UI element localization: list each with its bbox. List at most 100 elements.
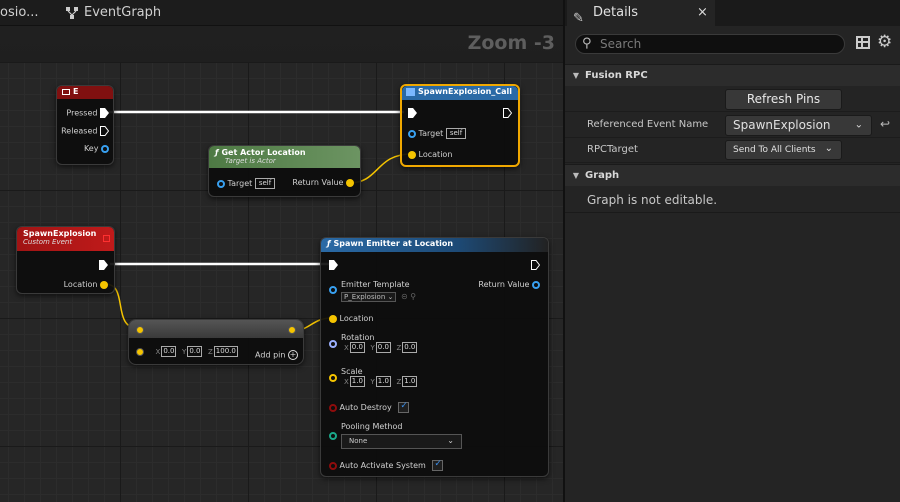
node-spawn-explosion-call[interactable]: SpawnExplosion_Call Target self Location <box>400 84 520 167</box>
pin-emitter-template[interactable]: Emitter Template P_Explosion ⌄ ⊝ ⚲ <box>329 280 416 302</box>
pin-pressed[interactable]: Pressed <box>66 108 109 118</box>
pin-return-value[interactable]: Return Value <box>292 178 354 187</box>
pin-released[interactable]: Released <box>61 126 109 136</box>
category-graph[interactable]: ▼ Graph <box>565 164 900 186</box>
rotator-pin-icon <box>329 340 337 348</box>
graph-not-editable-text: Graph is not editable. <box>587 193 718 207</box>
vector-pin-icon <box>329 314 337 323</box>
exec-pin-icon <box>531 260 540 270</box>
x-axis-label: X <box>155 348 161 356</box>
object-pin-icon <box>217 179 225 188</box>
tab-details[interactable]: ✎ Details × <box>567 0 715 26</box>
node-spawn-explosion-event[interactable]: SpawnExplosion Custom Event Location <box>16 226 115 294</box>
rotation-x-field[interactable]: 0.0 <box>349 342 365 353</box>
y-value-field[interactable]: 0.0 <box>187 346 203 357</box>
browse-icon[interactable]: ⚲ <box>410 292 416 301</box>
exec-out-pin[interactable] <box>503 108 512 118</box>
pin-pooling-method[interactable]: Pooling Method None ⌄ <box>329 422 462 449</box>
emitter-value: P_Explosion <box>344 293 386 301</box>
auto-destroy-checkbox[interactable] <box>398 401 410 413</box>
row-referenced-event-name: Referenced Event Name SpawnExplosion ⌄ ↩ <box>565 113 900 138</box>
scale-y-field[interactable]: 1.0 <box>375 376 391 387</box>
rotation-y-field[interactable]: 0.0 <box>375 342 391 353</box>
node-spawn-emitter-at-location[interactable]: ƒ Spawn Emitter at Location Emitter Templ… <box>320 237 549 477</box>
x-axis-label: X <box>344 378 349 386</box>
target-self-field[interactable]: self <box>254 178 276 189</box>
scale-x-field[interactable]: 1.0 <box>349 376 365 387</box>
add-pin-button[interactable]: Add pin + <box>255 350 298 360</box>
x-axis-label: X <box>344 344 349 352</box>
event-graph-icon <box>66 7 78 19</box>
gear-icon[interactable]: ⚙ <box>877 32 892 52</box>
exec-in-pin[interactable] <box>329 260 338 270</box>
pin-key[interactable]: Key <box>84 144 109 153</box>
node-make-array[interactable]: X 0.0 Y 0.0 Z 100.0 Add pin + <box>128 319 304 365</box>
scale-z-field[interactable]: 1.0 <box>402 376 418 387</box>
pin-auto-activate-system[interactable]: Auto Activate System <box>329 459 444 471</box>
vector-element-pin[interactable]: X 0.0 Y 0.0 Z 100.0 <box>136 346 238 357</box>
array-output-pin[interactable] <box>288 325 296 334</box>
referenced-event-dropdown[interactable]: SpawnExplosion ⌄ <box>725 115 872 136</box>
pin-location[interactable]: Location <box>408 150 452 159</box>
vector-pin-icon <box>100 280 108 289</box>
x-value-field[interactable]: 0.0 <box>161 346 177 357</box>
search-box[interactable]: ⚲ <box>575 34 845 54</box>
bool-pin-icon <box>329 461 337 470</box>
array-input-pin[interactable] <box>136 325 144 334</box>
pin-target[interactable]: Target self <box>217 178 276 189</box>
tab-event-graph[interactable]: EventGraph <box>66 0 161 26</box>
vector-pin-icon <box>408 150 416 159</box>
exec-pin-icon <box>329 260 338 270</box>
table-view-icon[interactable] <box>856 36 870 49</box>
pin-target[interactable]: Target self <box>408 128 467 139</box>
chevron-down-icon: ⌄ <box>387 293 394 301</box>
clear-icon[interactable]: ⊝ <box>401 292 408 301</box>
tab-details-label: Details <box>593 5 639 20</box>
target-self-field[interactable]: self <box>445 128 467 139</box>
refresh-pins-button[interactable]: Refresh Pins <box>725 89 842 110</box>
pin-label: Auto Destroy <box>339 403 392 412</box>
pin-location[interactable]: Location <box>329 314 373 323</box>
object-pin-icon <box>532 280 540 289</box>
pooling-method-dropdown[interactable]: None ⌄ <box>341 434 462 449</box>
node-get-actor-location[interactable]: ƒ Get Actor Location Target is Actor Targ… <box>208 145 361 197</box>
category-fusion-rpc[interactable]: ▼ Fusion RPC <box>565 64 900 86</box>
search-input[interactable] <box>600 36 830 52</box>
row-refresh-pins: Refresh Pins <box>565 87 900 112</box>
node-subtitle: Target is Actor <box>225 157 276 165</box>
enum-pin-icon <box>329 432 337 440</box>
auto-activate-checkbox[interactable] <box>432 459 444 471</box>
node-header: ƒ Spawn Emitter at Location <box>321 238 548 252</box>
chevron-down-icon: ⌄ <box>854 119 863 131</box>
keyboard-icon <box>62 88 70 95</box>
pin-return-value[interactable]: Return Value <box>478 280 540 289</box>
event-graph-canvas[interactable]: osio... EventGraph Zoom -3 E Pressed Rel… <box>0 0 563 502</box>
pin-location[interactable]: Location <box>64 280 108 289</box>
pin-auto-destroy[interactable]: Auto Destroy <box>329 401 410 413</box>
object-pin-icon <box>408 129 416 138</box>
chevron-down-icon: ⌄ <box>447 436 454 445</box>
zoom-level-label: Zoom -3 <box>467 32 555 54</box>
exec-out-pin[interactable] <box>99 260 108 270</box>
close-icon[interactable]: × <box>697 0 708 26</box>
node-title: SpawnExplosion <box>23 229 97 238</box>
node-header <box>129 320 303 338</box>
delegate-pin-icon[interactable] <box>103 235 110 242</box>
y-axis-label: Y <box>182 348 187 356</box>
exec-out-pin[interactable] <box>531 260 540 270</box>
pin-label: Released <box>61 126 98 136</box>
add-pin-label: Add pin <box>255 350 286 360</box>
node-e-key[interactable]: E Pressed Released Key <box>56 85 114 165</box>
rotation-z-field[interactable]: 0.0 <box>402 342 418 353</box>
z-value-field[interactable]: 100.0 <box>213 346 238 357</box>
tab-previous[interactable]: osio... <box>0 0 38 26</box>
pin-rotation[interactable]: Rotation X 0.0 Y 0.0 Z 0.0 <box>329 333 418 353</box>
pin-scale[interactable]: Scale X 1.0 Y 1.0 Z 1.0 <box>329 367 418 387</box>
row-graph-not-editable: Graph is not editable. <box>565 187 900 213</box>
node-title: Get Actor Location <box>221 148 306 157</box>
emitter-asset-dropdown[interactable]: P_Explosion ⌄ <box>341 292 397 302</box>
exec-in-pin[interactable] <box>408 108 417 118</box>
rpc-target-dropdown[interactable]: Send To All Clients ⌄ <box>725 140 842 160</box>
referenced-event-value: SpawnExplosion <box>733 118 831 132</box>
reset-to-default-icon[interactable]: ↩ <box>880 117 890 131</box>
